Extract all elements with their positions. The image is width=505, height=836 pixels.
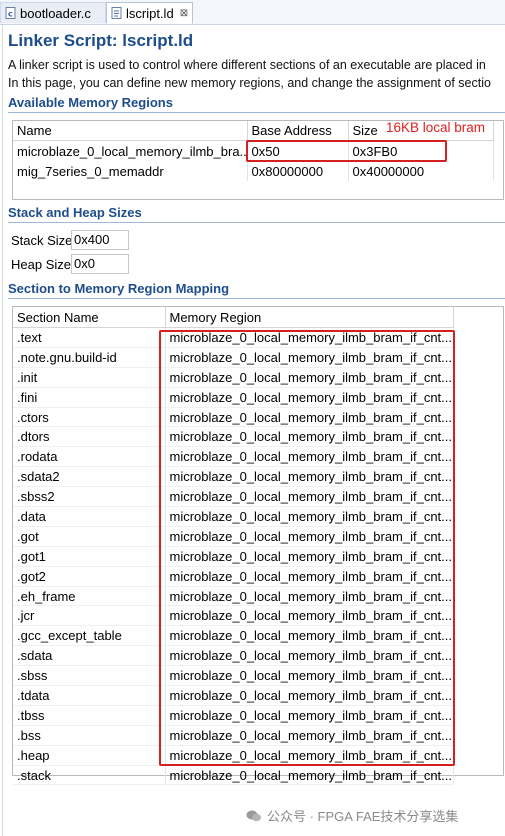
watermark-text: 公众号 · FPGA FAE技术分享选集 [267, 809, 459, 824]
region-name[interactable]: microblaze_0_local_memory_ilmb_bra... [13, 140, 248, 161]
c-file-icon: c [5, 7, 17, 19]
section-name-cell[interactable]: .sbss2 [13, 486, 166, 508]
section-name-cell[interactable]: .rodata [13, 446, 166, 468]
svg-text:c: c [8, 10, 13, 19]
editor-left-border [2, 24, 3, 836]
linker-file-icon [111, 7, 123, 19]
section-name-cell[interactable]: .got [13, 526, 166, 547]
watermark: 公众号 · FPGA FAE技术分享选集 [246, 806, 458, 825]
section-name-cell[interactable]: .data [13, 506, 166, 527]
tab-lscript-ld[interactable]: lscript.ld ⊠ [106, 2, 193, 24]
section-name-cell[interactable]: .text [13, 327, 166, 348]
memory-regions-heading: Available Memory Regions [8, 95, 173, 110]
close-icon[interactable]: ⊠ [180, 8, 188, 19]
section-name-cell[interactable]: .dtors [13, 426, 166, 448]
highlight-box-memory-region [159, 330, 455, 766]
column-header-section-name[interactable]: Section Name [13, 307, 166, 328]
section-name-cell[interactable]: .eh_frame [13, 586, 166, 607]
section-mapping-heading: Section to Memory Region Mapping [8, 281, 230, 296]
page-title: Linker Script: lscript.ld [8, 31, 194, 50]
table-header-row: Section Name Memory Region [13, 307, 454, 328]
description-line-1: A linker script is used to control where… [8, 58, 486, 72]
stack-size-label: Stack Size [11, 233, 73, 248]
region-base-address[interactable]: 0x80000000 [247, 161, 349, 181]
region-size[interactable]: 0x40000000 [348, 161, 494, 181]
section-name-cell[interactable]: .got1 [13, 546, 166, 567]
wechat-icon [246, 809, 262, 823]
section-name-cell[interactable]: .tbss [13, 705, 166, 726]
region-name[interactable]: mig_7series_0_memaddr [13, 161, 248, 181]
section-name-cell[interactable]: .fini [13, 387, 166, 408]
heap-size-label: Heap Size [11, 257, 71, 272]
highlight-box-local-bram [246, 140, 447, 162]
section-name-cell[interactable]: .stack [13, 765, 166, 786]
section-name-cell[interactable]: .sdata2 [13, 466, 166, 488]
table-row[interactable]: mig_7series_0_memaddr 0x80000000 0x40000… [13, 161, 494, 181]
section-divider [8, 222, 505, 223]
section-name-cell[interactable]: .heap [13, 745, 166, 766]
section-name-cell[interactable]: .ctors [13, 407, 166, 428]
section-divider [8, 112, 505, 113]
section-name-cell[interactable]: .got2 [13, 566, 166, 587]
section-name-cell[interactable]: .init [13, 367, 166, 388]
section-name-cell[interactable]: .jcr [13, 605, 166, 627]
stack-heap-heading: Stack and Heap Sizes [8, 205, 142, 220]
section-name-cell[interactable]: .sdata [13, 645, 166, 667]
column-header-memory-region[interactable]: Memory Region [165, 307, 454, 328]
section-name-cell[interactable]: .bss [13, 725, 166, 746]
heap-size-field[interactable]: 0x0 [71, 254, 129, 274]
tab-bootloader-c[interactable]: c bootloader.c [0, 2, 106, 23]
column-header-name[interactable]: Name [13, 121, 248, 141]
annotation-16kb-local-bram: 16KB local bram [386, 120, 486, 135]
description-line-2: In this page, you can define new memory … [8, 76, 491, 90]
section-name-cell[interactable]: .note.gnu.build-id [13, 347, 166, 368]
section-divider [8, 298, 505, 299]
stack-size-field[interactable]: 0x400 [71, 230, 129, 250]
column-header-base-address[interactable]: Base Address [247, 121, 349, 141]
tab-label: lscript.ld [126, 5, 174, 21]
section-name-cell[interactable]: .sbss [13, 665, 166, 687]
section-name-cell[interactable]: .tdata [13, 685, 166, 706]
tab-label: bootloader.c [20, 5, 91, 21]
section-name-cell[interactable]: .gcc_except_table [13, 625, 166, 647]
table-row[interactable]: .stack microblaze_0_local_memory_ilmb_bra… [13, 765, 454, 786]
memory-region-cell[interactable]: microblaze_0_local_memory_ilmb_bram_if_c… [165, 765, 454, 786]
